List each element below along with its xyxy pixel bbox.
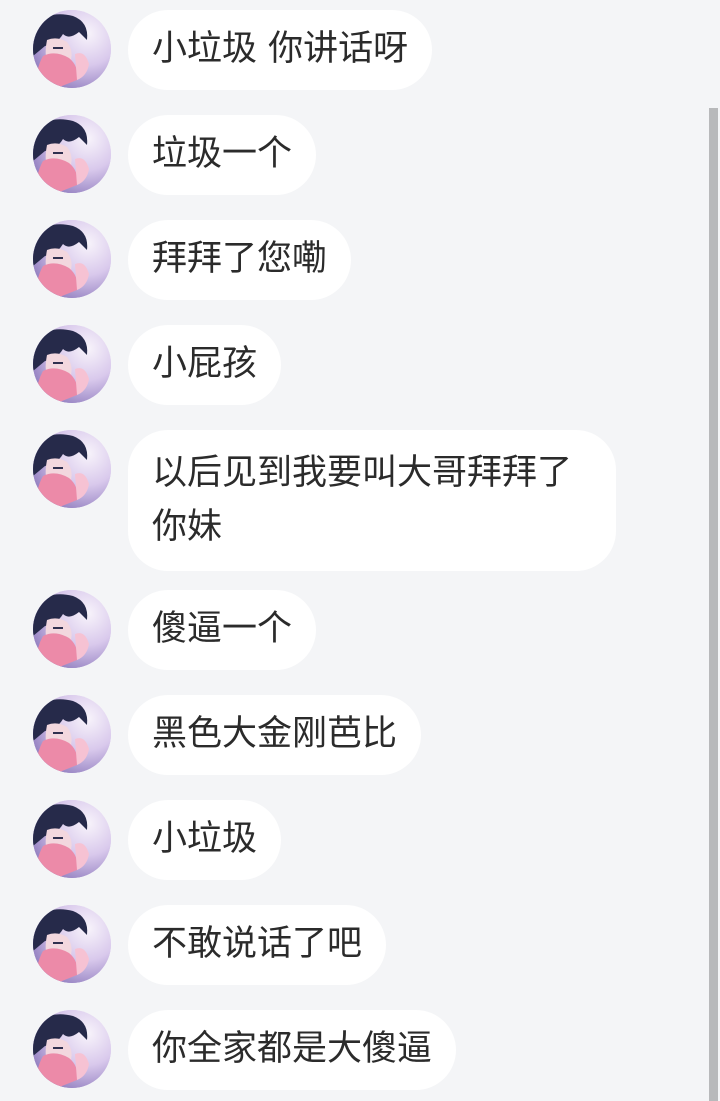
message-row: 小屁孩 (0, 315, 706, 415)
scrollbar-thumb[interactable] (709, 108, 718, 1101)
avatar[interactable] (33, 325, 111, 403)
message-bubble[interactable]: 不敢说话了吧 (128, 905, 387, 985)
message-row: 垃圾一个 (0, 105, 706, 205)
chat-message-list[interactable]: 小垃圾 你讲话呀 垃圾一个 拜拜了您嘞 小屁孩 以后见到我要叫大哥拜拜了你妹 傻… (0, 0, 706, 1101)
message-row: 你全家都是大傻逼 (0, 1000, 706, 1101)
message-bubble[interactable]: 以后见到我要叫大哥拜拜了你妹 (128, 430, 616, 571)
avatar[interactable] (33, 220, 111, 298)
message-row: 拜拜了您嘞 (0, 210, 706, 310)
message-bubble[interactable]: 拜拜了您嘞 (128, 220, 352, 300)
avatar[interactable] (33, 800, 111, 878)
avatar[interactable] (33, 905, 111, 983)
scrollbar-track[interactable] (709, 108, 718, 1101)
message-bubble[interactable]: 小垃圾 你讲话呀 (128, 10, 433, 90)
avatar[interactable] (33, 115, 111, 193)
avatar[interactable] (33, 590, 111, 668)
message-row: 小垃圾 (0, 790, 706, 890)
avatar[interactable] (33, 695, 111, 773)
message-row: 傻逼一个 (0, 580, 706, 680)
message-bubble[interactable]: 傻逼一个 (128, 590, 317, 670)
message-bubble[interactable]: 你全家都是大傻逼 (128, 1010, 457, 1090)
message-row: 小垃圾 你讲话呀 (0, 0, 706, 100)
message-row: 黑色大金刚芭比 (0, 685, 706, 785)
message-bubble[interactable]: 小垃圾 (128, 800, 282, 880)
avatar[interactable] (33, 430, 111, 508)
avatar[interactable] (33, 1010, 111, 1088)
message-row: 以后见到我要叫大哥拜拜了你妹 (0, 420, 706, 580)
message-bubble[interactable]: 小屁孩 (128, 325, 282, 405)
message-row: 不敢说话了吧 (0, 895, 706, 995)
message-bubble[interactable]: 垃圾一个 (128, 115, 317, 195)
message-bubble[interactable]: 黑色大金刚芭比 (128, 695, 422, 775)
avatar[interactable] (33, 10, 111, 88)
